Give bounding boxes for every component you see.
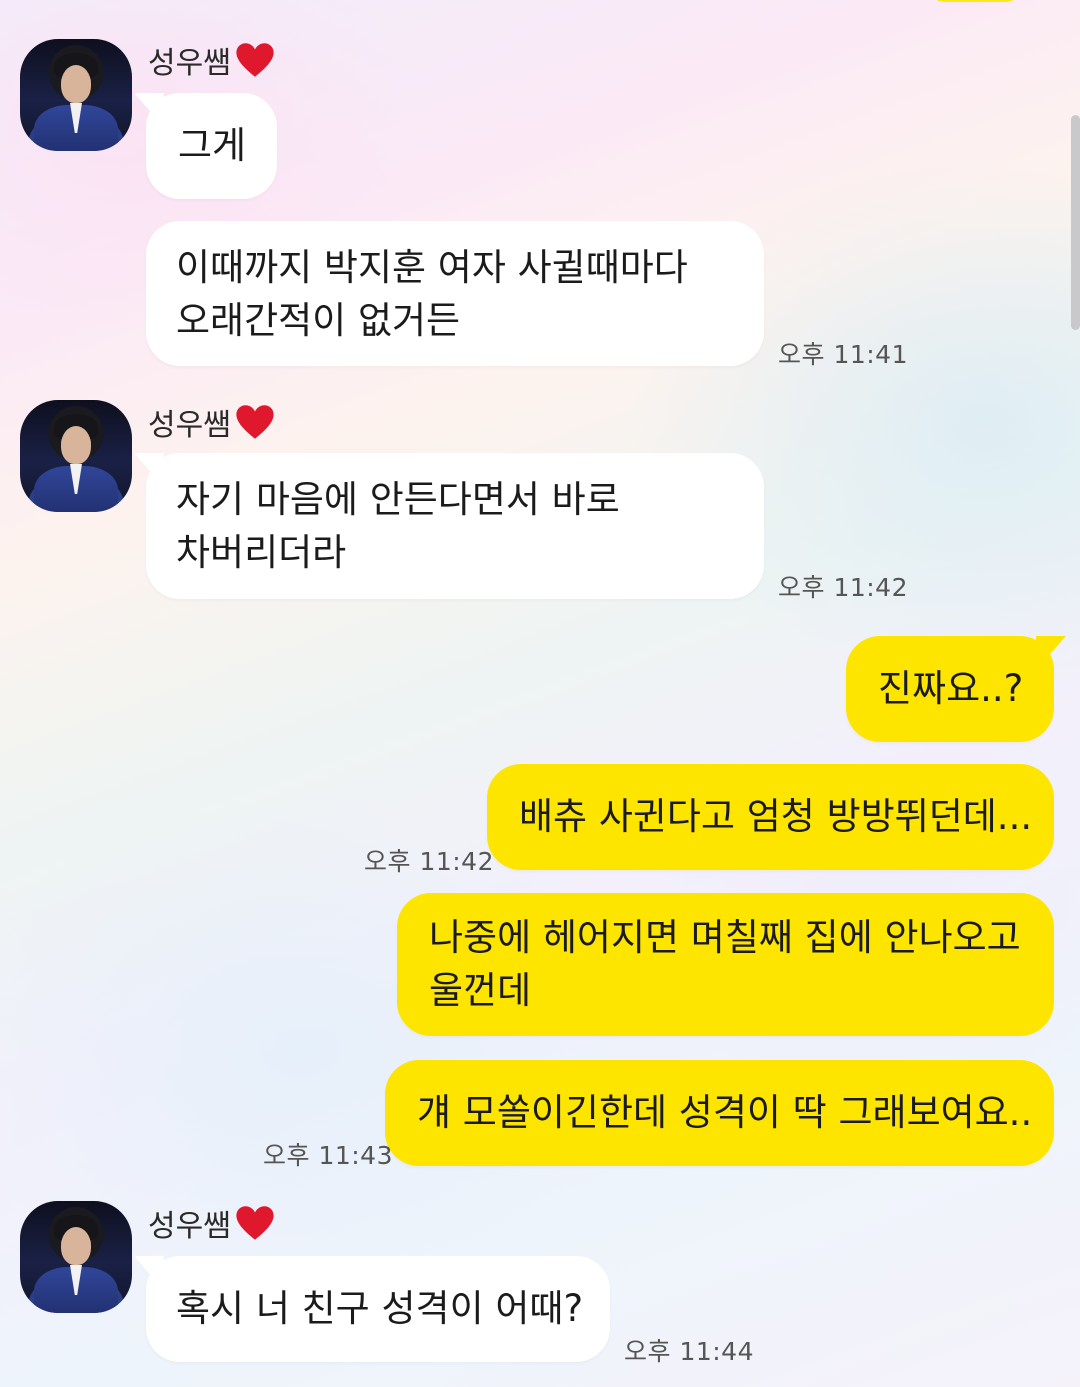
sender-name-text: 성우쌤 <box>148 46 231 81</box>
outgoing-message[interactable]: 걔 모쏠이긴한데 성격이 딱 그래보여요.. <box>385 1060 1054 1166</box>
message-text: 배츄 사귄다고 엄청 방방뛰던데... <box>519 795 1033 838</box>
previous-message-bubble-edge <box>930 0 1020 2</box>
sender-name: 성우쌤 <box>148 400 275 444</box>
scrollbar[interactable] <box>1071 115 1080 330</box>
heart-icon <box>236 405 274 439</box>
message-text: 진짜요..? <box>878 667 1024 710</box>
outgoing-message[interactable]: 나중에 헤어지면 며칠째 집에 안나오고 울껀데 <box>397 893 1054 1036</box>
message-time: 오후 11:42 <box>778 573 908 602</box>
message-text: 걔 모쏠이긴한데 성격이 딱 그래보여요.. <box>417 1091 1033 1134</box>
message-time: 오후 11:43 <box>263 1141 393 1170</box>
outgoing-message[interactable]: 배츄 사귄다고 엄청 방방뛰던데... <box>487 764 1054 870</box>
sender-name: 성우쌤 <box>148 1201 275 1245</box>
sender-avatar[interactable] <box>20 400 132 512</box>
incoming-message[interactable]: 그게 <box>134 93 277 199</box>
message-text: 혹시 너 친구 성격이 어때? <box>176 1287 584 1330</box>
sender-name-text: 성우쌤 <box>148 408 231 443</box>
message-time: 오후 11:42 <box>364 847 494 876</box>
incoming-message[interactable]: 혹시 너 친구 성격이 어때? <box>134 1256 610 1362</box>
incoming-message[interactable]: 이때까지 박지훈 여자 사귈때마다 오래간적이 없거든 <box>146 221 764 366</box>
message-text: 자기 마음에 안든다면서 바로 차버리더라 <box>176 478 620 574</box>
sender-name: 성우쌤 <box>148 38 275 82</box>
sender-avatar[interactable] <box>20 39 132 151</box>
outgoing-message[interactable]: 진짜요..? <box>846 636 1066 742</box>
message-text: 이때까지 박지훈 여자 사귈때마다 오래간적이 없거든 <box>176 246 688 342</box>
heart-icon <box>236 1206 274 1240</box>
sender-name-text: 성우쌤 <box>148 1209 231 1244</box>
incoming-message[interactable]: 자기 마음에 안든다면서 바로 차버리더라 <box>134 453 764 599</box>
message-time: 오후 11:44 <box>624 1337 754 1366</box>
message-text: 나중에 헤어지면 며칠째 집에 안나오고 울껀데 <box>429 916 1021 1012</box>
heart-icon <box>236 43 274 77</box>
message-time: 오후 11:41 <box>778 340 908 369</box>
sender-avatar[interactable] <box>20 1201 132 1313</box>
message-text: 그게 <box>178 124 247 167</box>
